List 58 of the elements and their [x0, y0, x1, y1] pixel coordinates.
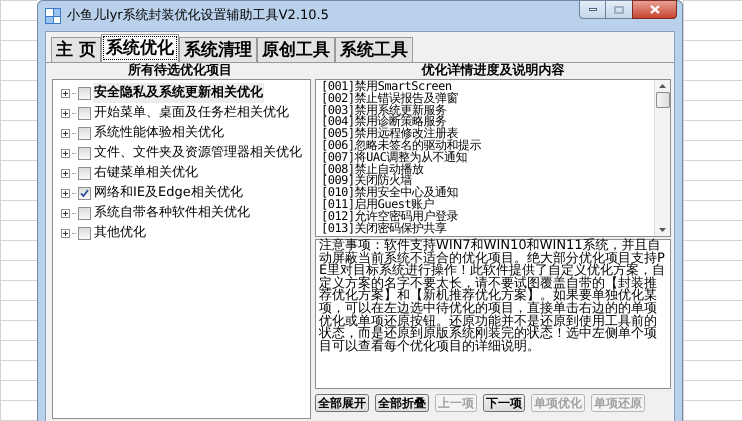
- checkbox[interactable]: [78, 186, 91, 200]
- list-item[interactable]: [010]禁用安全中心及通知: [321, 187, 654, 199]
- tree-item[interactable]: 系统自带各种软件相关优化: [93, 203, 251, 223]
- action-button[interactable]: 全部展开: [315, 394, 369, 412]
- tab[interactable]: 系统工具: [334, 37, 413, 62]
- checkbox[interactable]: [78, 166, 91, 180]
- list-item[interactable]: [005]禁用远程修改注册表: [321, 128, 654, 140]
- group-title: 优化详情进度及说明内容: [420, 63, 566, 79]
- tree-item[interactable]: 文件、文件夹及资源管理器相关优化: [93, 143, 303, 163]
- tree-item[interactable]: 右键菜单相关优化: [93, 163, 199, 183]
- expand-icon[interactable]: [61, 108, 70, 118]
- window-title: 小鱼儿lyr系统封装优化设置辅助工具V2.10.5: [67, 7, 329, 26]
- tree-item[interactable]: 安全隐私及系统更新相关优化: [93, 83, 264, 103]
- list-item[interactable]: [001]禁用SmartScreen: [321, 81, 654, 93]
- expand-icon[interactable]: [61, 188, 70, 198]
- scroll-up-icon[interactable]: [659, 84, 666, 88]
- expand-icon[interactable]: [61, 128, 70, 138]
- checkbox[interactable]: [78, 146, 91, 160]
- checkbox[interactable]: [78, 126, 91, 140]
- action-button[interactable]: 下一项: [483, 394, 525, 412]
- close-icon: [650, 5, 660, 14]
- scrollbar[interactable]: [654, 80, 670, 236]
- list-item[interactable]: [003]禁用系统更新服务: [321, 104, 654, 116]
- tab[interactable]: 系统优化: [100, 34, 179, 62]
- list-item[interactable]: [004]禁用诊断策略服务: [321, 116, 654, 128]
- checkbox[interactable]: [78, 106, 91, 120]
- expand-icon[interactable]: [61, 228, 70, 238]
- action-button[interactable]: 全部折叠: [375, 394, 429, 412]
- close-button[interactable]: [632, 0, 677, 19]
- maximize-button[interactable]: [606, 0, 632, 19]
- minimize-button[interactable]: [579, 0, 606, 19]
- scroll-down-icon[interactable]: [659, 228, 666, 232]
- list-item[interactable]: [013]关闭密码保护共享: [321, 222, 654, 234]
- list-item[interactable]: [011]启用Guest账户: [321, 198, 654, 211]
- list-item[interactable]: [012]允许空密码用户登录: [321, 210, 654, 223]
- list-item[interactable]: [009]关闭防火墙: [321, 175, 654, 188]
- list-item[interactable]: [006]忽略未签名的驱动和提示: [321, 140, 654, 152]
- app-logo-icon: [45, 8, 61, 24]
- checkbox[interactable]: [78, 86, 91, 100]
- expand-icon[interactable]: [61, 88, 70, 98]
- list-item[interactable]: [002]禁止错误报告及弹窗: [321, 92, 654, 105]
- tree-item[interactable]: 开始菜单、桌面及任务栏相关优化: [93, 103, 290, 123]
- expand-icon[interactable]: [61, 148, 70, 158]
- expand-icon[interactable]: [61, 168, 70, 178]
- checkbox[interactable]: [78, 226, 91, 240]
- tree-item[interactable]: 系统性能体验相关优化: [93, 123, 225, 143]
- notes-text: 注意事项：软件支持WIN7和WIN10和WIN11系统，并且自动屏蔽当前系统不适合的优化项目。绝大部分优化项目支持PE里对目标系统进行操作！此软件提供了自定义优化方案，自定义方案的名字不要太长，请不要试图覆盖自带的【封装推荐优化方案】和【新机推荐优化方案】。如果要单独优化某项，可以在左边选中待优化的项目，直接单击右边的的单项优化或单项还原按钮。还原功能并不是还原到使用工具前的状态，而是还原到原版系统刚装完的状态！选中左侧单个项目可以查看每个优化项目的详细说明。: [319, 240, 666, 354]
- tree-item[interactable]: 网络和IE及Edge相关优化: [93, 183, 244, 203]
- tab[interactable]: 主 页: [51, 37, 101, 62]
- tab[interactable]: 系统清理: [178, 37, 257, 62]
- group-title: 所有待选优化项目: [126, 63, 233, 79]
- checkbox[interactable]: [78, 206, 91, 220]
- expand-icon[interactable]: [61, 208, 70, 218]
- tree-item[interactable]: 其他优化: [93, 223, 147, 243]
- scrollbar-thumb[interactable]: [656, 92, 670, 108]
- tab[interactable]: 原创工具: [256, 37, 335, 62]
- list-item[interactable]: [008]禁止自动播放: [321, 164, 654, 176]
- list-item[interactable]: [007]将UAC调整为从不通知: [321, 152, 654, 164]
